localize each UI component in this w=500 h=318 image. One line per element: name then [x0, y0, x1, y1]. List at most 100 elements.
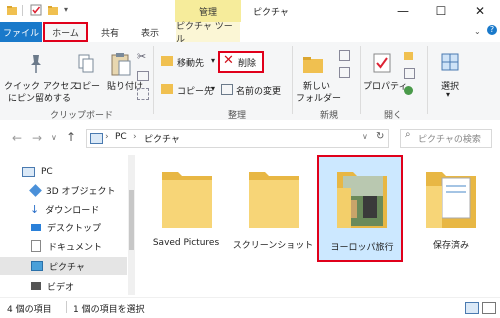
search-placeholder: ピクチャの検索 — [418, 135, 481, 145]
nav-label: ドキュメント — [48, 242, 103, 253]
quick-access-dropdown-icon[interactable]: ▾ — [64, 5, 68, 14]
folder-label: ヨーロッパ旅行 — [330, 243, 394, 253]
breadcrumb-separator-icon[interactable]: › — [105, 132, 109, 142]
copy-icon[interactable] — [76, 53, 96, 75]
separator — [66, 301, 67, 313]
up-arrow-icon[interactable]: ↑ — [66, 130, 76, 144]
pc-icon — [22, 167, 35, 177]
search-icon: ⌕ — [405, 129, 411, 140]
paste-shortcut-icon[interactable] — [137, 88, 149, 100]
tab-home[interactable]: ホーム — [43, 22, 88, 42]
properties-check-icon[interactable] — [30, 4, 42, 16]
properties-label[interactable]: プロパティ — [363, 79, 407, 92]
delete-label[interactable]: 削除 — [238, 56, 256, 69]
help-icon[interactable]: ? — [487, 25, 497, 35]
maximize-button[interactable]: ☐ — [422, 0, 460, 22]
nav-scrollbar-thumb[interactable] — [129, 190, 134, 250]
folder-label: スクリーンショット — [232, 241, 314, 251]
folder-item-saved[interactable]: 保存済み — [408, 158, 494, 262]
nav-item-desktop[interactable]: デスクトップ — [0, 218, 127, 236]
pin-icon[interactable] — [26, 53, 46, 75]
pc-address-icon — [90, 133, 103, 144]
history-icon[interactable] — [404, 86, 413, 95]
rename-button[interactable]: 名前の変更 — [236, 84, 281, 97]
tab-view[interactable]: 表示 — [130, 22, 170, 42]
folder-label: Saved Pictures — [152, 238, 220, 248]
group-separator — [360, 46, 361, 114]
copy-to-button[interactable]: コピー先 — [177, 84, 213, 97]
move-to-button[interactable]: 移動先 — [177, 56, 204, 69]
copy-to-dropdown-icon[interactable]: ▾ — [211, 84, 215, 93]
forward-arrow-icon[interactable]: → — [32, 131, 42, 145]
details-view-icon[interactable] — [465, 302, 479, 314]
new-folder-icon[interactable] — [302, 54, 324, 74]
paste-icon[interactable] — [110, 51, 132, 77]
download-arrow-icon: ↓ — [30, 202, 40, 216]
breadcrumb-pictures[interactable]: ピクチャ — [144, 132, 180, 145]
move-to-icon[interactable] — [161, 56, 173, 66]
nav-item-pictures[interactable]: ピクチャ — [0, 257, 127, 275]
nav-label: ピクチャ — [49, 262, 85, 273]
select-dropdown-icon[interactable]: ▾ — [446, 90, 450, 99]
photo-folder-icon — [337, 172, 387, 228]
new-folder-quick-icon[interactable] — [47, 4, 59, 16]
recent-locations-icon[interactable]: ∨ — [51, 133, 57, 142]
nav-item-downloads[interactable]: ↓ ダウンロード — [0, 200, 127, 218]
separator — [22, 5, 23, 16]
desktop-icon — [31, 223, 41, 231]
item-count: 4 個の項目 — [7, 305, 52, 315]
edit-icon[interactable] — [404, 68, 415, 79]
rename-icon[interactable] — [221, 84, 233, 95]
group-separator — [292, 46, 293, 114]
document-icon — [31, 240, 41, 252]
video-icon — [31, 282, 41, 290]
breadcrumb-separator-icon[interactable]: › — [133, 132, 137, 142]
minimize-button[interactable]: — — [384, 0, 422, 22]
nav-item-documents[interactable]: ドキュメント — [0, 237, 127, 255]
nav-label: ダウンロード — [45, 205, 100, 216]
breadcrumb-pc[interactable]: PC — [115, 132, 127, 142]
move-to-dropdown-icon[interactable]: ▾ — [211, 56, 215, 65]
delete-x-icon[interactable]: ✕ — [223, 53, 234, 68]
close-button[interactable]: ✕ — [461, 0, 499, 22]
tab-file[interactable]: ファイル — [0, 22, 42, 42]
nav-label: デスクトップ — [47, 223, 102, 234]
large-icons-view-icon[interactable] — [482, 302, 496, 314]
collapse-ribbon-icon[interactable]: ⌄ — [474, 27, 481, 36]
folder-with-docs-icon — [426, 172, 476, 228]
group-separator — [427, 46, 428, 114]
copy-to-icon[interactable] — [161, 84, 173, 94]
cut-icon[interactable]: ✂ — [137, 50, 146, 63]
window-title: ピクチャ — [253, 8, 289, 18]
folder-item-screenshots[interactable]: スクリーンショット — [230, 158, 316, 262]
select-icon[interactable] — [441, 53, 459, 71]
nav-item-pc[interactable]: PC — [0, 163, 127, 181]
pin-label-line2[interactable]: にピン留めする — [8, 91, 71, 104]
folder-icon — [249, 172, 299, 228]
copy-path-icon[interactable] — [137, 71, 149, 81]
folder-icon — [162, 172, 212, 228]
refresh-icon[interactable]: ↻ — [376, 131, 384, 142]
properties-icon[interactable] — [372, 52, 392, 74]
copy-label[interactable]: コピー — [73, 79, 100, 92]
group-separator — [153, 46, 154, 114]
address-bar[interactable] — [86, 129, 389, 148]
open-icon[interactable] — [404, 52, 413, 60]
nav-item-3d-objects[interactable]: 3D オブジェクト — [0, 181, 127, 199]
cube-icon — [29, 183, 42, 197]
new-folder-label-line2[interactable]: フォルダー — [296, 91, 341, 104]
folder-label: 保存済み — [432, 241, 469, 251]
tab-picture-tools[interactable]: ピクチャ ツール — [176, 22, 240, 45]
folder-item-saved-pictures[interactable]: Saved Pictures — [143, 158, 229, 262]
nav-label: ビデオ — [47, 282, 75, 293]
back-arrow-icon[interactable]: ← — [12, 131, 22, 145]
new-item-icon[interactable] — [339, 50, 350, 61]
pictures-icon — [31, 261, 43, 271]
folder-item-europe-trip[interactable]: ヨーロッパ旅行 — [317, 155, 403, 262]
nav-label: PC — [41, 167, 53, 177]
easy-access-icon[interactable] — [339, 67, 350, 78]
tab-share[interactable]: 共有 — [92, 22, 128, 42]
nav-label: 3D オブジェクト — [46, 186, 116, 197]
address-dropdown-icon[interactable]: ∨ — [362, 132, 368, 141]
nav-item-videos[interactable]: ビデオ — [0, 277, 127, 295]
